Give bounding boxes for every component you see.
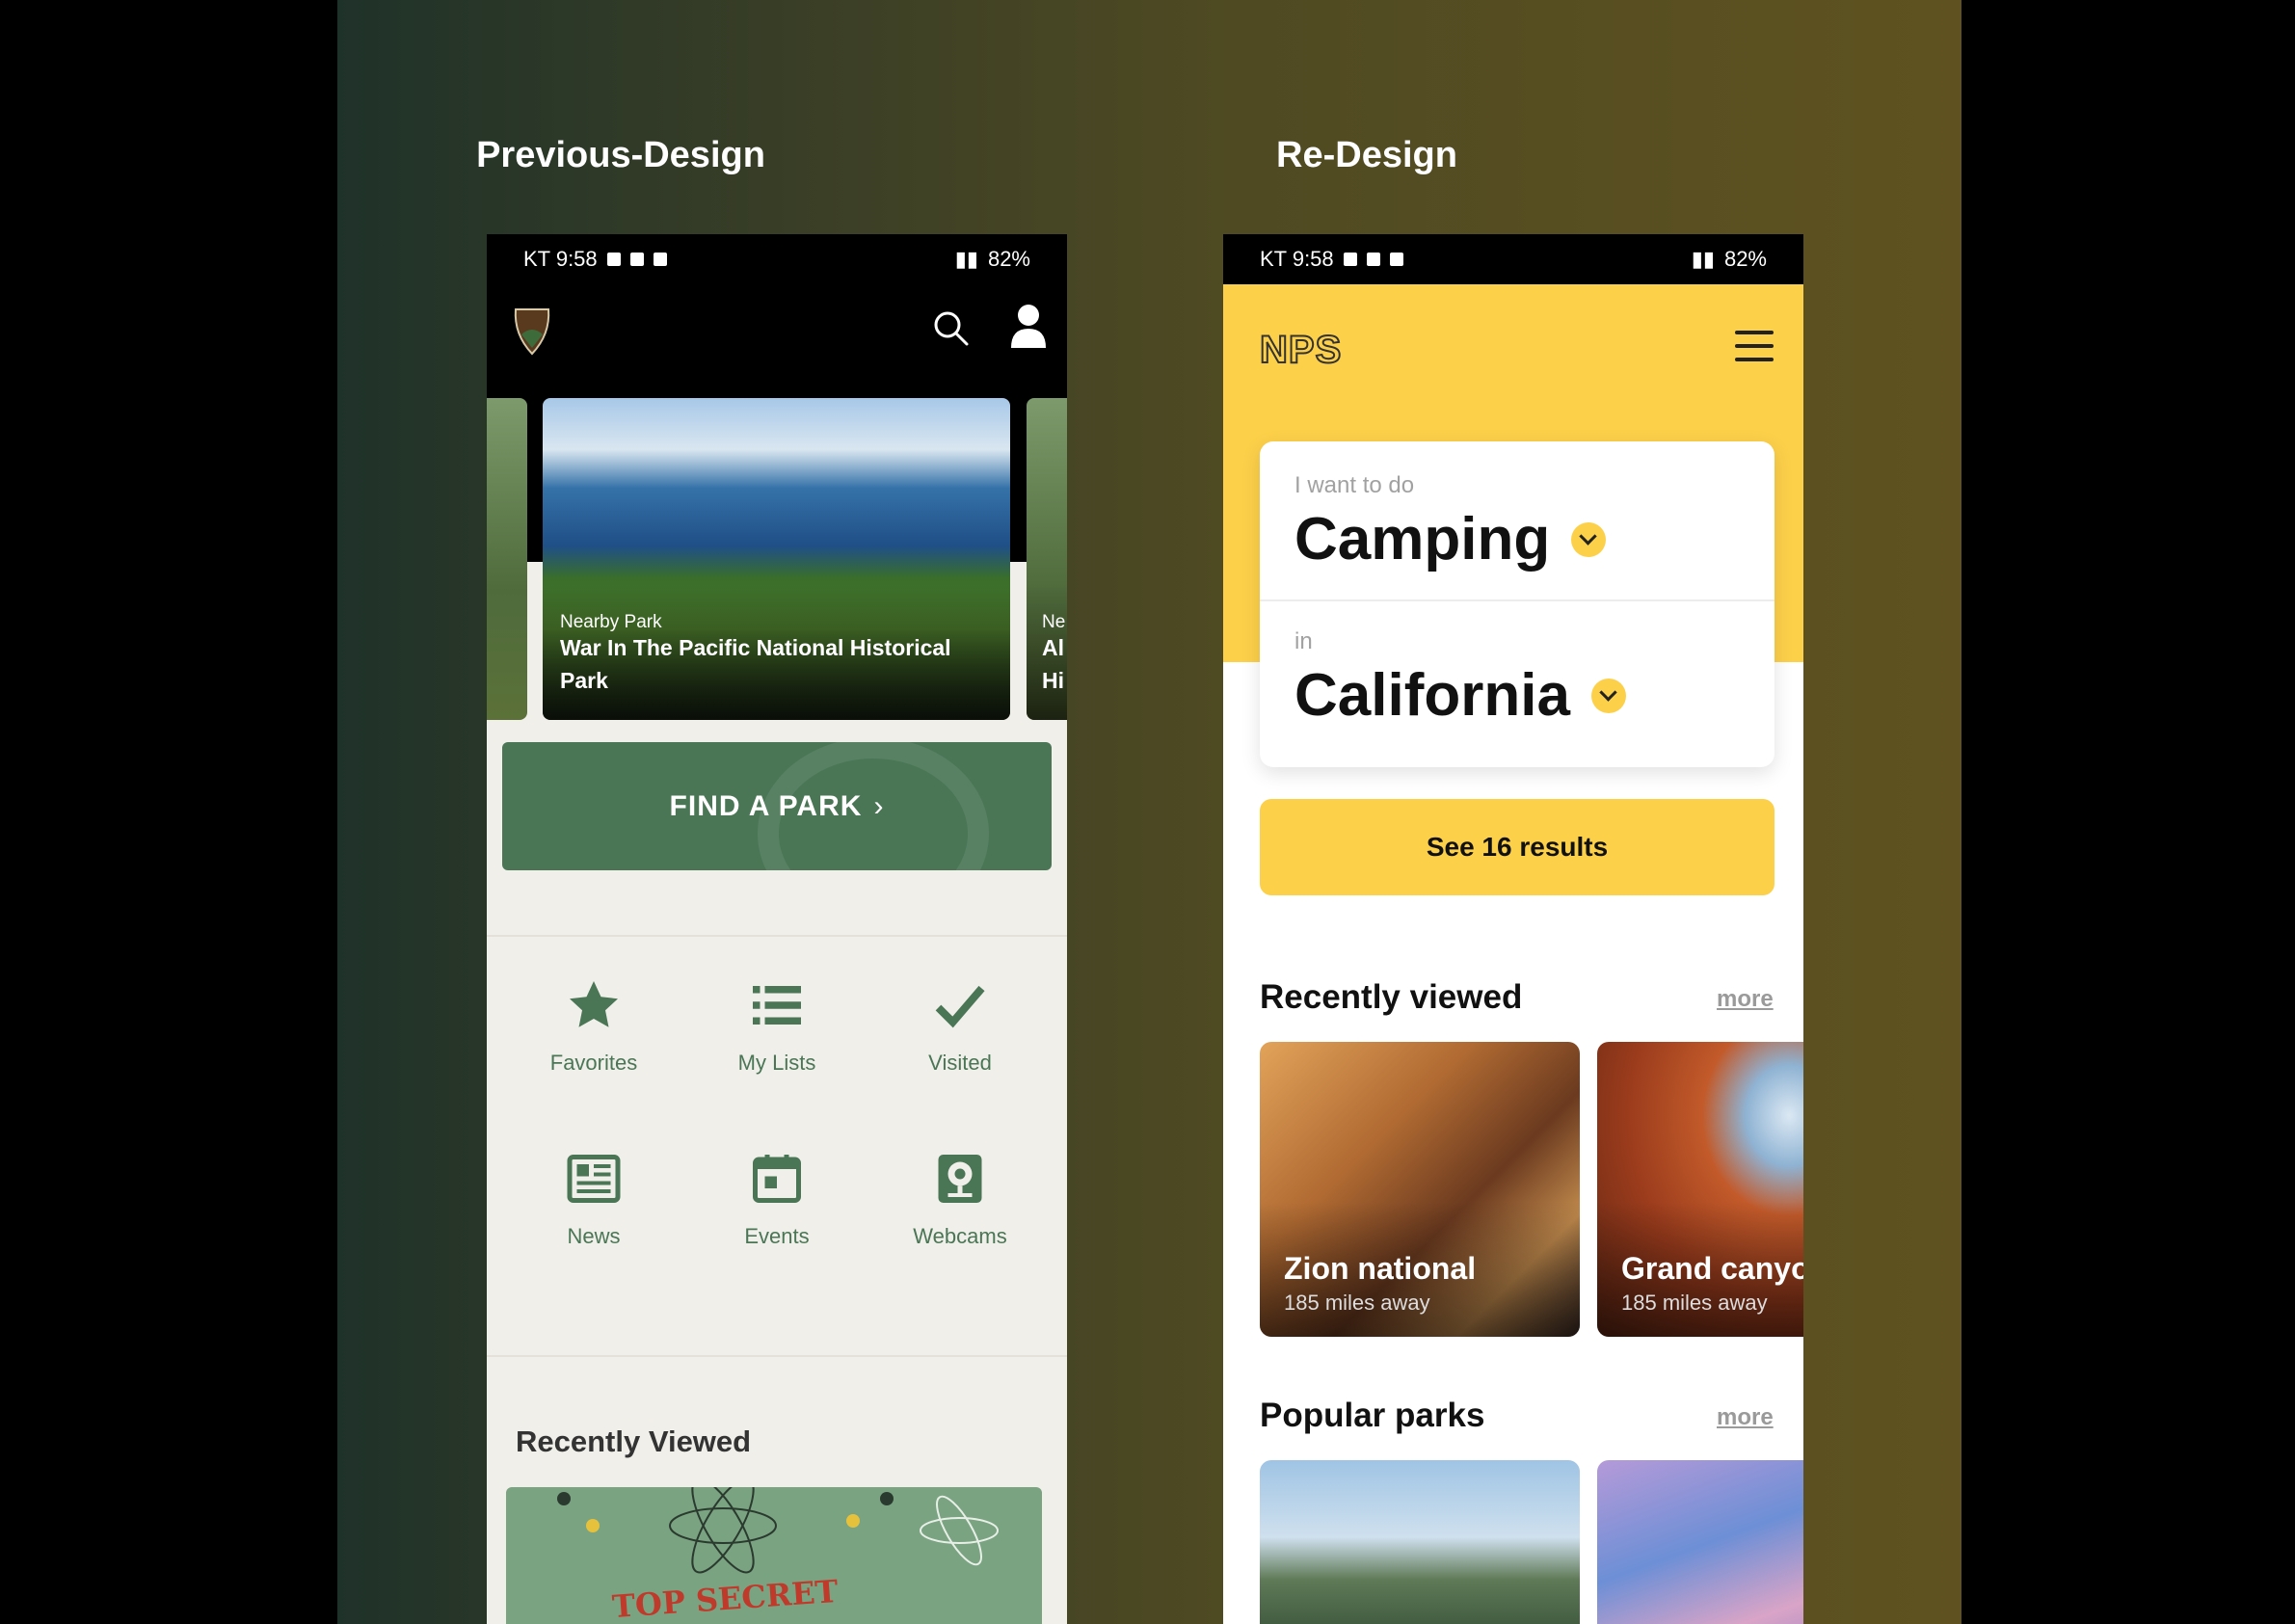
find-a-park-button[interactable]: FIND A PARK › (502, 742, 1052, 870)
my-lists-link[interactable]: My Lists (685, 976, 868, 1076)
find-a-park-label: FIND A PARK (669, 789, 863, 822)
recently-viewed-more-link[interactable]: more (1717, 986, 1774, 1013)
notification-icon (629, 253, 644, 266)
calendar-icon (753, 1155, 801, 1203)
status-time: KT 9:58 (1260, 247, 1334, 271)
redesign-phone: KT 9:58 ▮▮ 82% NPS I want to do Camping i… (1223, 234, 1803, 1624)
popular-parks-heading: Popular parks (1260, 1397, 1485, 1434)
search-picker-card: I want to do Camping in California (1260, 441, 1775, 767)
signal-icon: ▮▮ (1691, 247, 1715, 271)
chevron-down-icon[interactable] (1590, 678, 1626, 713)
list-icon (753, 986, 801, 1025)
previous-design-phone: KT 9:58 ▮▮ 82% Nearby Park War In The Pac… (487, 234, 1067, 1624)
recently-viewed-card[interactable]: TOP SECRET (506, 1487, 1042, 1624)
park-distance: 185 miles away (1284, 1291, 1430, 1315)
grid-label: Favorites (549, 1051, 638, 1075)
park-card[interactable] (1260, 1460, 1580, 1624)
star-icon (570, 981, 618, 1027)
status-time: KT 9:58 (523, 247, 598, 271)
carousel-card-main[interactable]: Nearby Park War In The Pacific National … (543, 398, 1010, 720)
webcam-icon (938, 1155, 982, 1203)
card-title: Al Hi (1042, 635, 1064, 693)
battery-level: 82% (987, 247, 1030, 271)
signal-icon: ▮▮ (954, 247, 978, 271)
events-link[interactable]: Events (685, 1150, 868, 1249)
recently-viewed-heading: Recently viewed (1260, 978, 1523, 1016)
hamburger-menu-icon[interactable] (1735, 331, 1774, 361)
grid-label: News (567, 1224, 621, 1248)
grid-label: Visited (928, 1051, 992, 1075)
grid-label: Webcams (913, 1224, 1007, 1248)
status-bar: KT 9:58 ▮▮ 82% (487, 234, 1067, 284)
notification-icon (606, 253, 621, 266)
notification-icon (1366, 253, 1380, 266)
carousel-card-next[interactable]: Ne Al Hi (1027, 398, 1067, 720)
park-distance: 185 miles away (1621, 1291, 1768, 1315)
user-account-icon[interactable] (1009, 304, 1048, 348)
grid-label: My Lists (737, 1051, 816, 1075)
see-results-button[interactable]: See 16 results (1260, 799, 1775, 895)
search-icon[interactable] (932, 309, 971, 348)
park-card[interactable]: Zion national 185 miles away (1260, 1042, 1580, 1337)
top-nav (487, 284, 1067, 398)
card-subtitle: Ne (1042, 612, 1066, 632)
notification-icon (1389, 253, 1403, 266)
status-bar: KT 9:58 ▮▮ 82% (1223, 234, 1803, 284)
activity-label: I want to do (1294, 472, 1415, 498)
favorites-link[interactable]: Favorites (502, 976, 685, 1076)
battery-level: 82% (1723, 247, 1767, 271)
featured-parks-carousel[interactable]: Nearby Park War In The Pacific National … (487, 398, 1067, 726)
visited-link[interactable]: Visited (868, 976, 1052, 1076)
recently-viewed-heading: Recently Viewed (516, 1424, 752, 1458)
previous-design-heading: Previous-Design (476, 135, 765, 175)
carousel-card-prev[interactable] (487, 398, 527, 720)
park-card[interactable]: Grand canyon 185 miles away (1597, 1042, 1803, 1337)
news-link[interactable]: News (502, 1150, 685, 1249)
popular-parks-more-link[interactable]: more (1717, 1404, 1774, 1431)
card-title: War In The Pacific National Historical P… (560, 635, 951, 693)
check-icon (935, 985, 985, 1028)
park-name: Grand canyon (1621, 1251, 1803, 1286)
chevron-down-icon[interactable] (1571, 521, 1607, 557)
activity-selector[interactable]: I want to do Camping (1294, 472, 1755, 573)
webcams-link[interactable]: Webcams (868, 1150, 1052, 1249)
card-subtitle: Nearby Park (560, 612, 662, 632)
park-card[interactable] (1597, 1460, 1803, 1624)
grid-label: Events (744, 1224, 810, 1248)
nps-logo[interactable]: NPS (1259, 328, 1342, 372)
newspaper-icon (567, 1155, 621, 1203)
location-selector[interactable]: in California (1294, 628, 1755, 730)
activity-value: Camping (1294, 506, 1551, 572)
redesign-heading: Re-Design (1276, 135, 1457, 175)
location-value: California (1294, 662, 1570, 729)
notification-icon (653, 253, 667, 266)
notification-icon (1343, 253, 1357, 266)
location-label: in (1294, 628, 1313, 654)
nps-arrowhead-logo[interactable] (512, 306, 552, 356)
chevron-right-icon: › (873, 789, 885, 822)
park-name: Zion national (1284, 1251, 1477, 1286)
